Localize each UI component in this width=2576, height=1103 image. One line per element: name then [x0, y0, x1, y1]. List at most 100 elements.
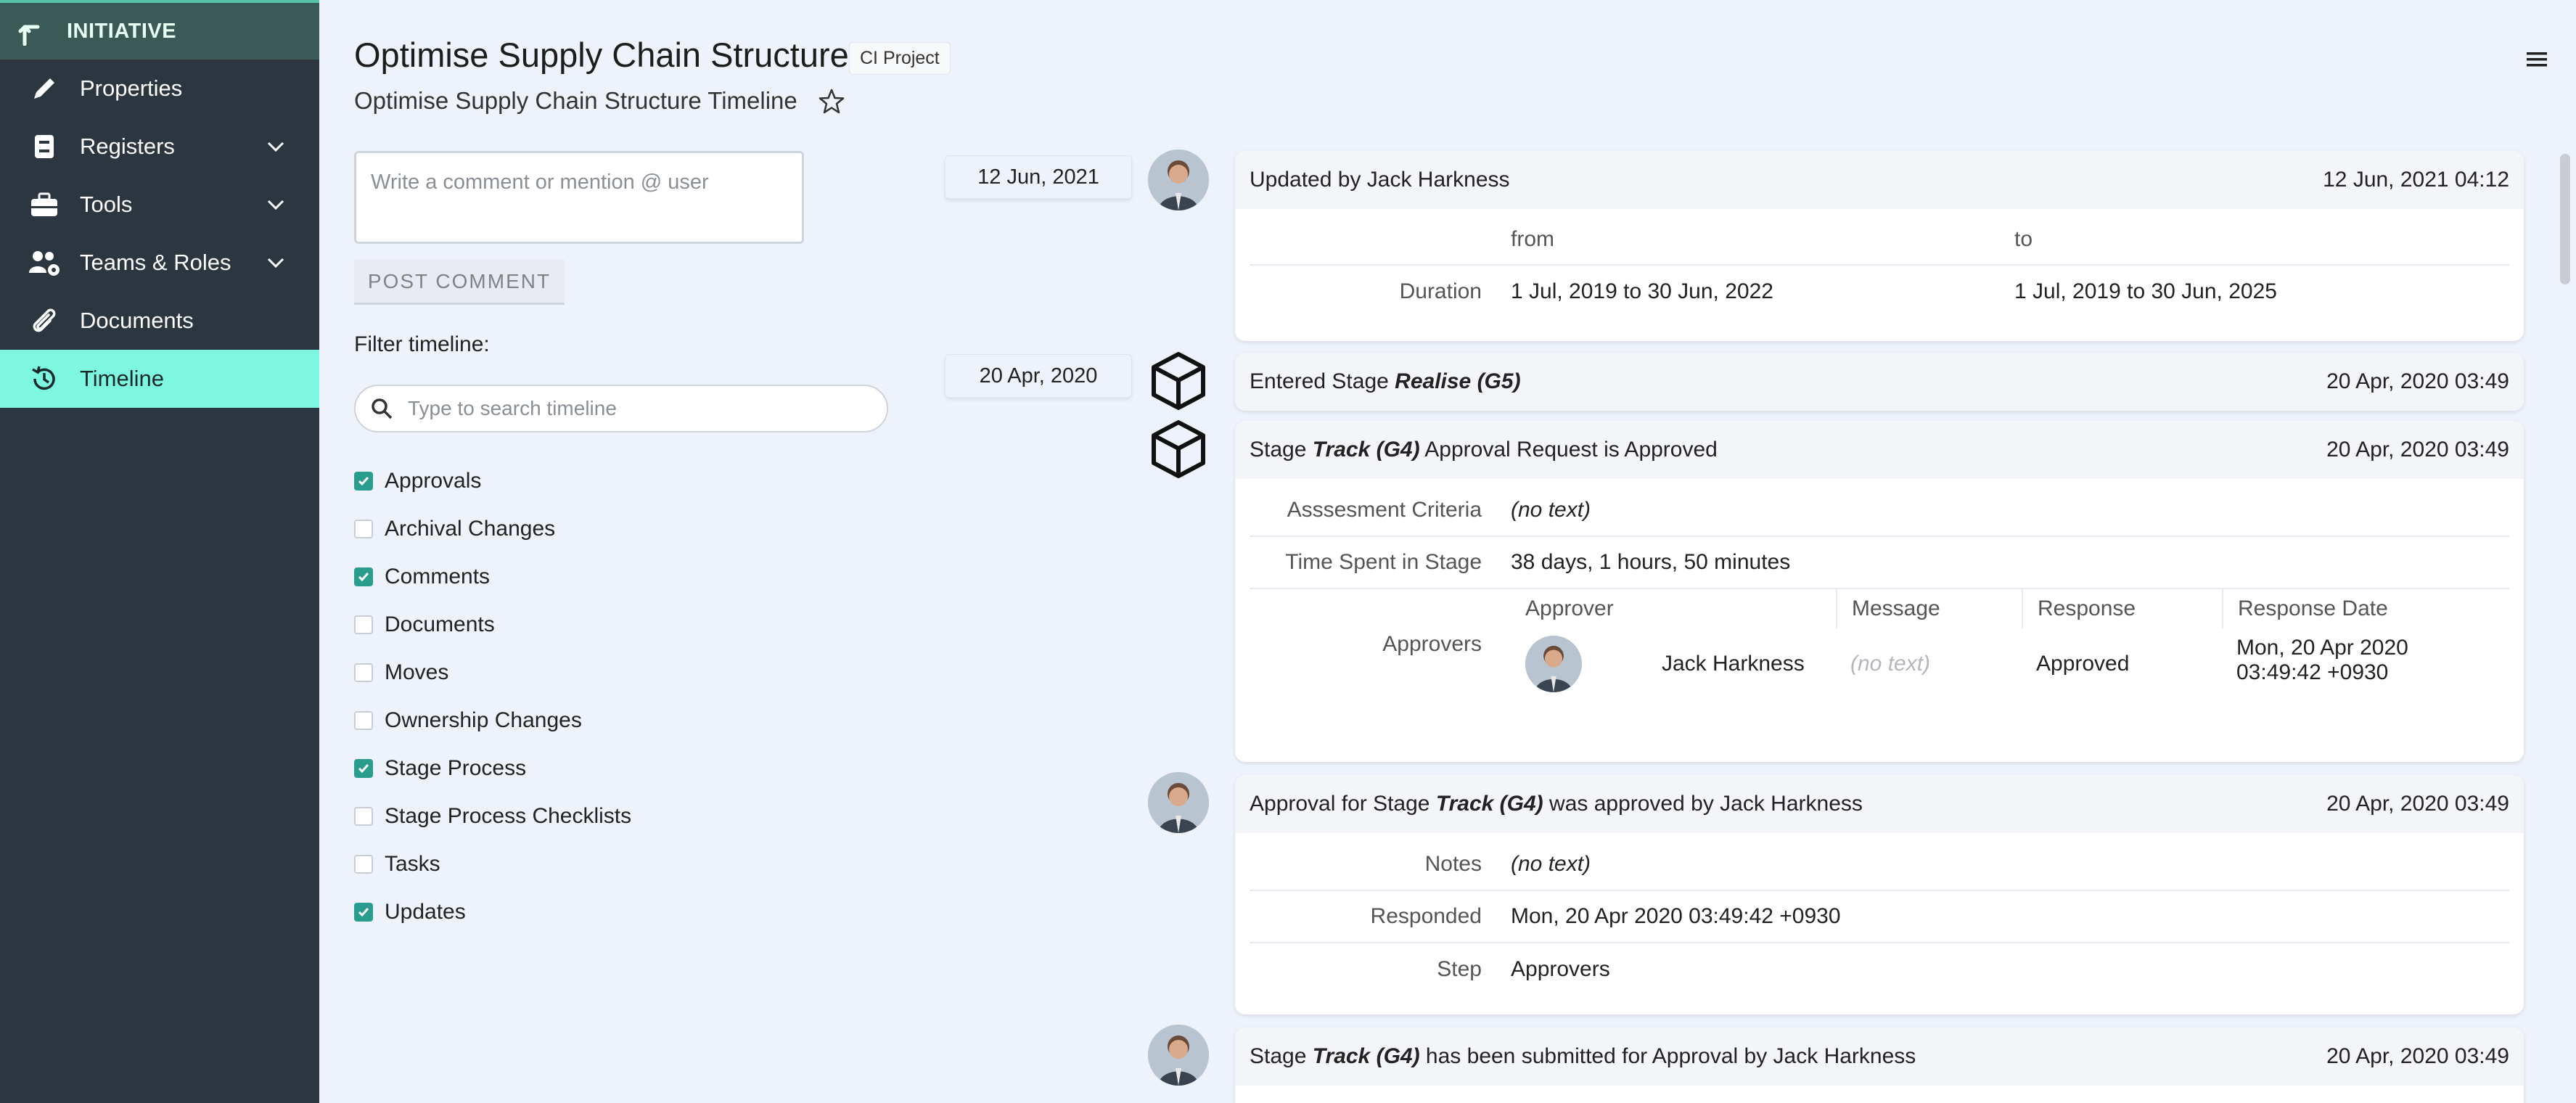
scrollbar[interactable] [2560, 154, 2570, 284]
filter-comments[interactable]: Comments [354, 553, 631, 601]
title-suffix: was approved by Jack Harkness [1543, 792, 1863, 816]
filter-ownership-changes[interactable]: Ownership Changes [354, 697, 631, 745]
timeline-card-submitted: Stage Track (G4) has been submitted for … [1235, 1028, 2524, 1103]
card-title: Approval for Stage Track (G4) was approv… [1250, 792, 1863, 816]
sidebar-item-label: Timeline [80, 366, 164, 391]
column-header: Approver [1525, 596, 1614, 620]
card-header: Approval for Stage Track (G4) was approv… [1235, 775, 2524, 833]
card-header: Updated by Jack Harkness 12 Jun, 2021 04… [1235, 151, 2524, 209]
register-icon [28, 130, 61, 163]
from-value: 1 Jul, 2019 to 30 Jun, 2022 [1511, 279, 1773, 303]
title-prefix: Stage [1250, 1044, 1313, 1068]
card-title: Stage Track (G4) has been submitted for … [1250, 1044, 1916, 1069]
field-label: Step [1437, 957, 1482, 981]
checkbox-checked[interactable] [354, 472, 373, 491]
field-label: Responded [1370, 904, 1482, 928]
to-header: to [2014, 227, 2033, 251]
cube-icon [1152, 352, 1205, 410]
response-date-cell: Mon, 20 Apr 2020 03:49:42 +0930 [2222, 628, 2469, 700]
page-subtitle: Optimise Supply Chain Structure Timeline [354, 87, 797, 114]
column-header: Message [1836, 589, 2022, 628]
sidebar-item-teams-roles[interactable]: Teams & Roles [0, 234, 319, 292]
field-value: (no text) [1511, 498, 1591, 522]
card-header: Entered Stage Realise (G5) 20 Apr, 2020 … [1235, 353, 2524, 411]
sidebar-item-documents[interactable]: Documents [0, 292, 319, 350]
filter-option-label: Ownership Changes [385, 708, 582, 732]
filter-stage-process[interactable]: Stage Process [354, 745, 631, 792]
chevron-down-icon[interactable] [264, 135, 287, 158]
arrow-up-icon [18, 20, 40, 46]
filter-archival-changes[interactable]: Archival Changes [354, 505, 631, 553]
card-title: Updated by Jack Harkness [1250, 168, 1510, 192]
title-prefix: Approval for Stage [1250, 792, 1436, 816]
checkbox[interactable] [354, 807, 373, 826]
checkbox[interactable] [354, 855, 373, 874]
timeline-search-input[interactable]: Type to search timeline [354, 385, 888, 432]
checkbox[interactable] [354, 520, 373, 538]
sidebar-item-tools[interactable]: Tools [0, 176, 319, 234]
filter-updates[interactable]: Updates [354, 888, 631, 936]
card-timestamp: 12 Jun, 2021 04:12 [2323, 168, 2509, 192]
sidebar-item-timeline[interactable]: Timeline [0, 350, 319, 408]
project-type-badge: CI Project [849, 42, 951, 75]
checkbox-checked[interactable] [354, 903, 373, 922]
filter-tasks[interactable]: Tasks [354, 840, 631, 888]
column-header: Response Date [2222, 589, 2469, 628]
toolbox-icon [28, 188, 61, 221]
card-title: Stage Track (G4) Approval Request is App… [1250, 438, 1718, 462]
approvers-table: Approver Message Response Response Date … [1511, 589, 2469, 700]
star-icon[interactable] [817, 87, 846, 116]
menu-icon[interactable] [2525, 49, 2548, 70]
filter-label: Filter timeline: [354, 332, 490, 356]
timeline-card-approval: Approval for Stage Track (G4) was approv… [1235, 775, 2524, 1014]
response-date-line: 03:49:42 +0930 [2236, 660, 2389, 684]
field-label: Duration [1399, 279, 1482, 303]
checkbox[interactable] [354, 663, 373, 682]
filter-option-label: Documents [385, 612, 495, 636]
sidebar-item-label: Registers [80, 134, 175, 159]
sidebar: INITIATIVE Properties Registers Tools Te… [0, 0, 319, 1103]
field-label: Asssesment Criteria [1287, 498, 1482, 522]
comment-input[interactable]: Write a comment or mention @ user [354, 151, 804, 244]
avatar [1148, 772, 1209, 833]
column-header: Response [2022, 589, 2222, 628]
search-icon [372, 398, 393, 419]
approver-cell: Jack Harkness [1511, 628, 1836, 700]
title-suffix: Approval Request is Approved [1419, 438, 1718, 462]
title-prefix: Entered Stage [1250, 369, 1395, 393]
timeline-date: 20 Apr, 2020 [945, 354, 1132, 398]
timeline-card-update: Updated by Jack Harkness 12 Jun, 2021 04… [1235, 151, 2524, 341]
field-label: Notes [1424, 852, 1482, 876]
filter-option-label: Updates [385, 900, 466, 924]
sidebar-header[interactable]: INITIATIVE [0, 0, 319, 60]
filter-stage-process-checklists[interactable]: Stage Process Checklists [354, 792, 631, 840]
sidebar-item-registers[interactable]: Registers [0, 118, 319, 176]
checkbox[interactable] [354, 711, 373, 730]
field-value: (no text) [1511, 852, 1591, 876]
checkbox-checked[interactable] [354, 567, 373, 586]
response-cell: Approved [2036, 652, 2130, 676]
sidebar-item-label: Teams & Roles [80, 250, 231, 275]
field-value: Approvers [1511, 957, 1610, 981]
chevron-down-icon[interactable] [264, 251, 287, 274]
paperclip-icon [28, 304, 61, 337]
teams-icon [28, 246, 61, 279]
checkbox-checked[interactable] [354, 759, 373, 778]
approver-name: Jack Harkness [1662, 652, 1805, 676]
chevron-down-icon[interactable] [264, 193, 287, 216]
card-timestamp: 20 Apr, 2020 03:49 [2326, 438, 2509, 462]
timeline-date: 12 Jun, 2021 [945, 155, 1132, 199]
filter-option-label: Comments [385, 565, 491, 589]
filter-option-label: Stage Process [385, 756, 527, 780]
post-comment-button[interactable]: POST COMMENT [354, 260, 565, 305]
timeline-card-approval-request: Stage Track (G4) Approval Request is App… [1235, 421, 2524, 762]
field-label: Approvers [1382, 632, 1482, 656]
from-header: from [1511, 227, 1554, 251]
filter-moves[interactable]: Moves [354, 649, 631, 697]
filter-documents[interactable]: Documents [354, 601, 631, 649]
pencil-icon [28, 72, 61, 105]
checkbox[interactable] [354, 615, 373, 634]
filter-option-label: Tasks [385, 852, 440, 876]
sidebar-item-properties[interactable]: Properties [0, 60, 319, 118]
filter-approvals[interactable]: Approvals [354, 457, 631, 505]
